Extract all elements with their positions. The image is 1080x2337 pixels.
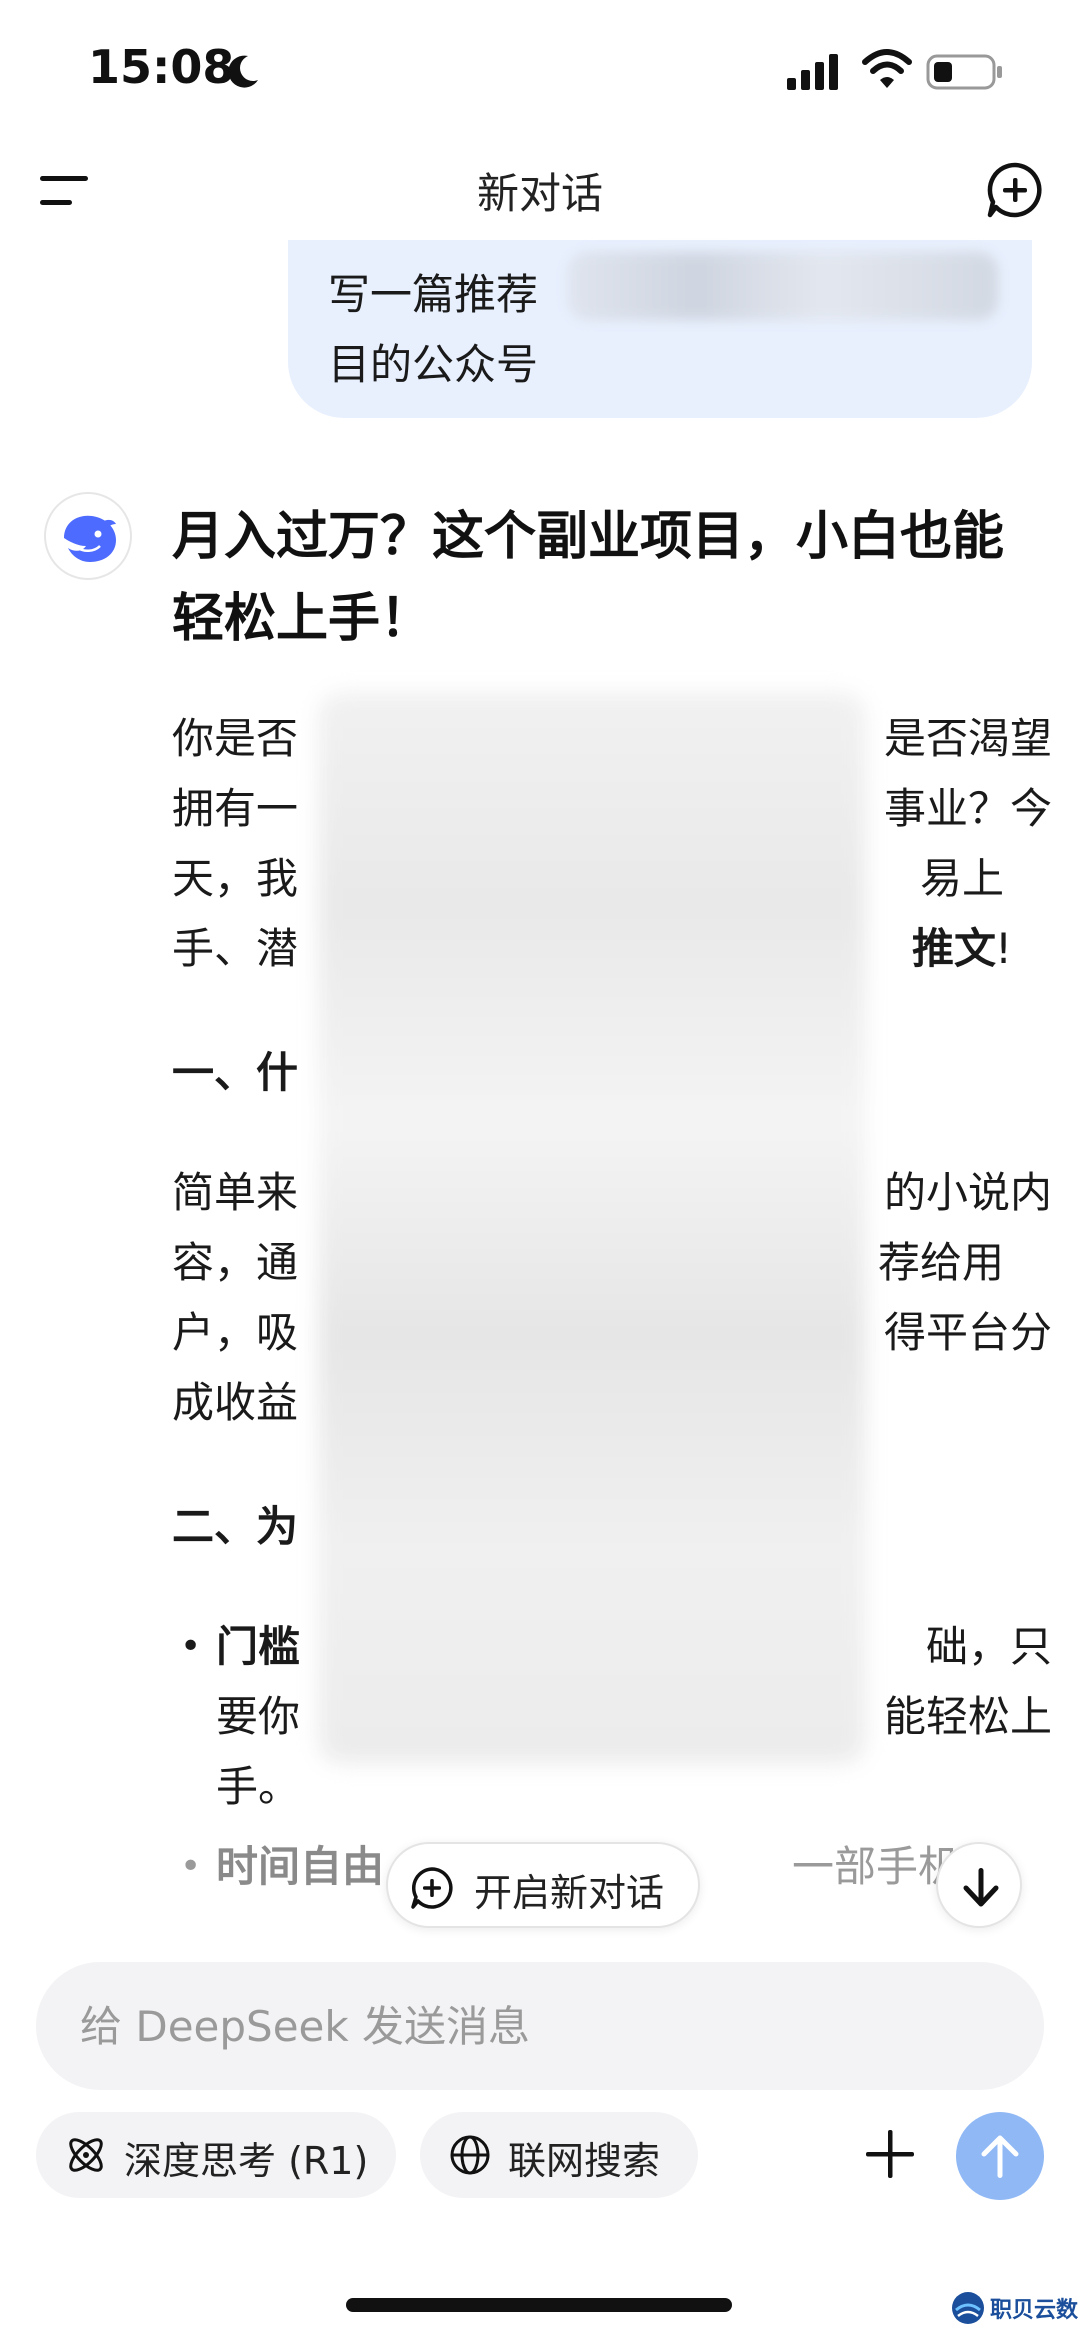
user-message-line: 目的公众号 <box>328 340 539 389</box>
deepseek-whale-icon <box>64 515 116 562</box>
battery-icon <box>926 54 1002 90</box>
text-fragment: 得平台分 <box>883 1308 1052 1357</box>
web-search-toggle[interactable]: 联网搜索 <box>420 2112 698 2198</box>
redaction-blur <box>318 692 866 1764</box>
text-fragment: 你是否 <box>172 714 299 763</box>
new-chat-icon <box>411 1867 453 1909</box>
arrow-up-icon <box>981 2135 1019 2178</box>
arrow-down-icon <box>963 1868 999 1907</box>
text-fragment: ! <box>995 924 1012 973</box>
text-fragment: 手。 <box>216 1762 301 1811</box>
text-fragment: 天，我 <box>172 854 299 903</box>
atom-icon <box>69 2138 103 2172</box>
text-fragment: 能轻松上 <box>883 1692 1052 1741</box>
text-fragment: 础，只 <box>925 1622 1052 1671</box>
start-new-chat-label: 开启新对话 <box>474 1871 665 1915</box>
text-fragment: 简单来 <box>172 1168 299 1217</box>
start-new-chat-button[interactable]: 开启新对话 <box>386 1842 700 1928</box>
text-fragment: 容，通 <box>172 1238 299 1287</box>
watermark: 职贝云数 <box>950 2286 1080 2330</box>
message-input[interactable] <box>36 1962 1044 2090</box>
header: 新对话 <box>0 140 1080 240</box>
deep-think-label: 深度思考 (R1) <box>124 2139 369 2183</box>
status-bar: 15:08 <box>0 0 1080 140</box>
moon-icon <box>228 55 258 88</box>
text-fragment: 是否渴望 <box>883 714 1052 763</box>
plus-icon[interactable] <box>862 2126 918 2182</box>
text-fragment: 易上 <box>919 854 1004 903</box>
watermark-text: 职贝云数 <box>990 2298 1079 2323</box>
send-button[interactable] <box>956 2112 1044 2200</box>
status-time: 15:08 <box>88 40 235 94</box>
text-fragment: 拥有一 <box>172 784 299 833</box>
scroll-down-button[interactable] <box>936 1842 1022 1928</box>
deep-think-toggle[interactable]: 深度思考 (R1) <box>36 2112 396 2198</box>
text-fragment: 门槛 <box>216 1622 301 1671</box>
text-fragment: 推文 <box>911 924 996 973</box>
text-fragment: 的小说内 <box>883 1168 1052 1217</box>
web-search-label: 联网搜索 <box>508 2139 661 2183</box>
text-fragment: 时间自由 <box>216 1842 385 1891</box>
new-chat-icon[interactable] <box>985 160 1045 220</box>
home-indicator[interactable] <box>346 2298 732 2312</box>
text-fragment: 户，吸 <box>172 1308 299 1357</box>
redaction-blur <box>568 252 998 320</box>
text-fragment: 成收益 <box>172 1378 299 1427</box>
wifi-icon <box>862 49 912 88</box>
signal-icon <box>787 54 838 90</box>
text-fragment: 要你 <box>216 1692 301 1741</box>
page-title: 新对话 <box>476 169 603 218</box>
assistant-avatar <box>44 492 132 580</box>
text-fragment: 手、潜 <box>172 924 299 973</box>
watermark-logo-icon <box>952 2292 984 2324</box>
text-fragment: 荐给用 <box>877 1238 1004 1287</box>
globe-icon <box>450 2135 490 2175</box>
text-fragment: 事业？今 <box>883 784 1052 833</box>
article-title: 月入过万？这个副业项目，小白也能轻松上手！ <box>172 507 1005 649</box>
